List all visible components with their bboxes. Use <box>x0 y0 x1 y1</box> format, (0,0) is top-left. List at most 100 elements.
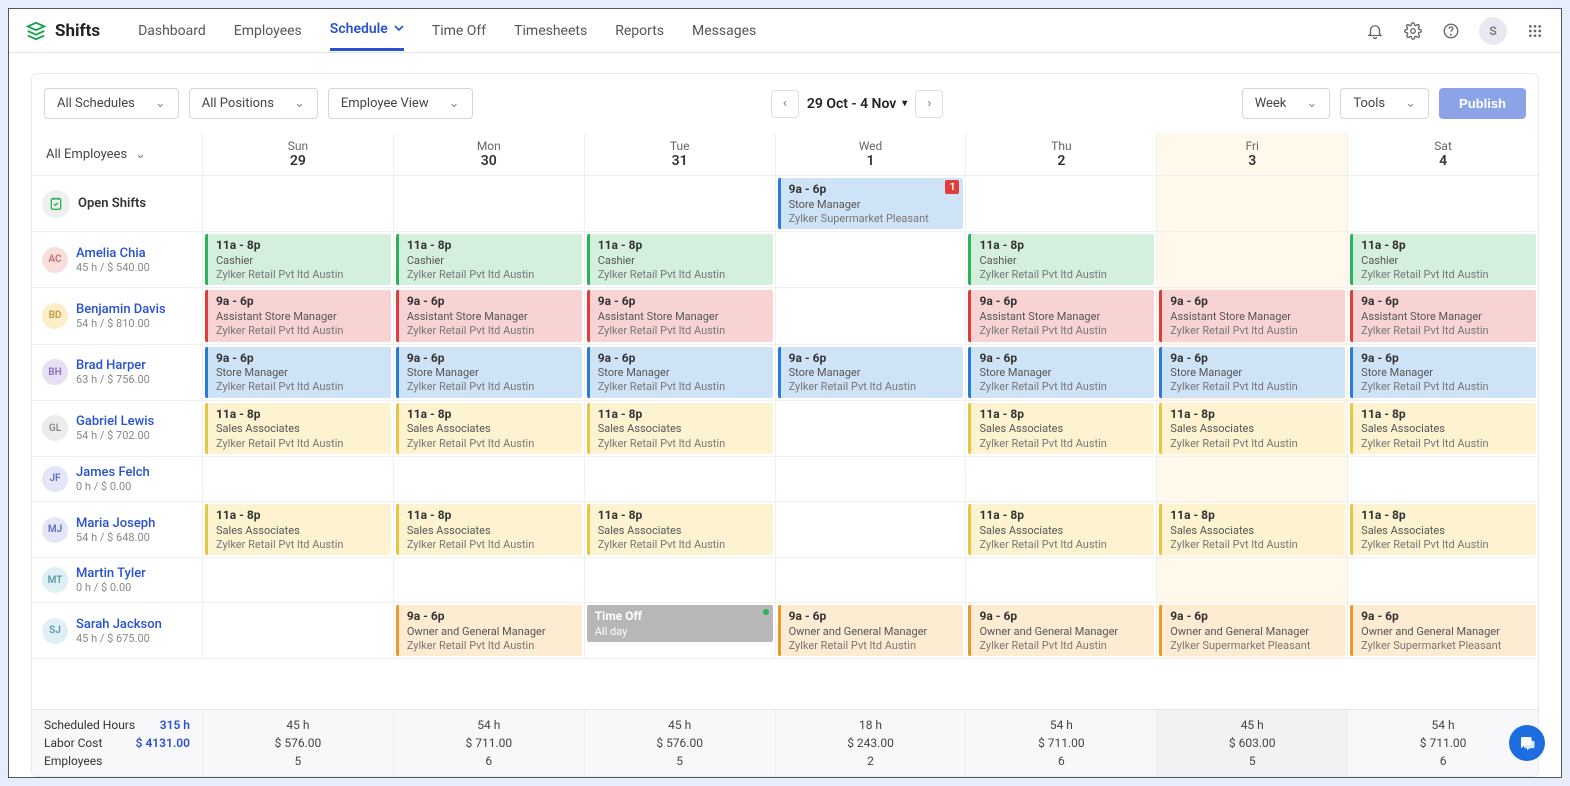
day-cell[interactable]: 9a - 6pStore ManagerZylker Retail Pvt lt… <box>965 345 1156 400</box>
all-positions-select[interactable]: All Positions⌄ <box>189 88 318 119</box>
shift-block[interactable]: 9a - 6pStore ManagerZylker Retail Pvt lt… <box>1159 347 1345 398</box>
shift-block[interactable]: 11a - 8pCashierZylker Retail Pvt ltd Aus… <box>1350 234 1536 285</box>
shift-block[interactable]: 9a - 6pAssistant Store ManagerZylker Ret… <box>1159 290 1345 341</box>
day-cell[interactable]: 11a - 8pCashierZylker Retail Pvt ltd Aus… <box>393 232 584 287</box>
shift-block[interactable]: 9a - 6pStore ManagerZylker Supermarket P… <box>778 178 964 229</box>
shift-block[interactable]: 9a - 6pOwner and General ManagerZylker R… <box>968 605 1154 656</box>
day-cell[interactable] <box>584 176 775 231</box>
shift-block[interactable]: 11a - 8pSales AssociatesZylker Retail Pv… <box>1159 403 1345 454</box>
shift-block[interactable]: 9a - 6pStore ManagerZylker Retail Pvt lt… <box>968 347 1154 398</box>
day-cell[interactable]: 9a - 6pStore ManagerZylker Retail Pvt lt… <box>1156 345 1347 400</box>
day-cell[interactable]: 9a - 6pStore ManagerZylker Retail Pvt lt… <box>202 345 393 400</box>
shift-block[interactable]: 11a - 8pSales AssociatesZylker Retail Pv… <box>205 504 391 555</box>
bell-icon[interactable] <box>1365 21 1385 41</box>
day-cell[interactable] <box>775 502 966 557</box>
employee-name-link[interactable]: James Felch <box>76 465 150 480</box>
day-cell[interactable]: 9a - 6pAssistant Store ManagerZylker Ret… <box>584 288 775 343</box>
day-cell[interactable]: 11a - 8pSales AssociatesZylker Retail Pv… <box>202 401 393 456</box>
day-cell[interactable] <box>775 457 966 501</box>
day-cell[interactable]: 9a - 6pStore ManagerZylker Retail Pvt lt… <box>775 345 966 400</box>
day-cell[interactable] <box>775 288 966 343</box>
day-cell[interactable]: 11a - 8pSales AssociatesZylker Retail Pv… <box>202 502 393 557</box>
date-range-button[interactable]: 29 Oct - 4 Nov▾ <box>807 96 907 112</box>
day-cell[interactable] <box>202 558 393 602</box>
next-week-button[interactable]: › <box>915 90 943 118</box>
employee-name-link[interactable]: Gabriel Lewis <box>76 414 154 429</box>
chat-bubble-button[interactable] <box>1509 725 1545 761</box>
publish-button[interactable]: Publish <box>1439 88 1526 119</box>
day-cell[interactable]: 9a - 6pOwner and General ManagerZylker S… <box>1156 603 1347 658</box>
day-cell[interactable]: 9a - 6pAssistant Store ManagerZylker Ret… <box>1156 288 1347 343</box>
shift-block[interactable]: 11a - 8pCashierZylker Retail Pvt ltd Aus… <box>205 234 391 285</box>
nav-schedule[interactable]: Schedule <box>330 10 404 51</box>
day-cell[interactable] <box>584 558 775 602</box>
employee-view-select[interactable]: Employee View⌄ <box>328 88 473 119</box>
employee-name-link[interactable]: Amelia Chia <box>76 246 150 261</box>
week-select[interactable]: Week⌄ <box>1242 88 1331 119</box>
nav-dashboard[interactable]: Dashboard <box>138 10 206 51</box>
shift-block[interactable]: 11a - 8pSales AssociatesZylker Retail Pv… <box>396 504 582 555</box>
day-cell[interactable] <box>202 457 393 501</box>
shift-block[interactable]: 9a - 6pStore ManagerZylker Retail Pvt lt… <box>205 347 391 398</box>
shift-block[interactable]: 9a - 6pOwner and General ManagerZylker S… <box>1350 605 1536 656</box>
shift-block[interactable]: 9a - 6pAssistant Store ManagerZylker Ret… <box>1350 290 1536 341</box>
shift-block[interactable]: 11a - 8pCashierZylker Retail Pvt ltd Aus… <box>587 234 773 285</box>
day-cell[interactable]: 11a - 8pSales AssociatesZylker Retail Pv… <box>965 401 1156 456</box>
day-cell[interactable] <box>965 176 1156 231</box>
shift-block[interactable]: 11a - 8pSales AssociatesZylker Retail Pv… <box>968 403 1154 454</box>
shift-block[interactable]: 9a - 6pStore ManagerZylker Retail Pvt lt… <box>587 347 773 398</box>
day-cell[interactable]: 11a - 8pCashierZylker Retail Pvt ltd Aus… <box>584 232 775 287</box>
day-cell[interactable] <box>1347 558 1538 602</box>
day-cell[interactable]: 11a - 8pSales AssociatesZylker Retail Pv… <box>584 502 775 557</box>
shift-block[interactable]: 9a - 6pOwner and General ManagerZylker S… <box>1159 605 1345 656</box>
prev-week-button[interactable]: ‹ <box>771 90 799 118</box>
day-cell[interactable] <box>775 232 966 287</box>
shift-block[interactable]: 11a - 8pSales AssociatesZylker Retail Pv… <box>1350 504 1536 555</box>
nav-employees[interactable]: Employees <box>234 10 302 51</box>
day-cell[interactable]: 9a - 6pOwner and General ManagerZylker R… <box>775 603 966 658</box>
day-cell[interactable]: 9a - 6pOwner and General ManagerZylker R… <box>965 603 1156 658</box>
nav-messages[interactable]: Messages <box>692 10 756 51</box>
day-cell[interactable]: 11a - 8pSales AssociatesZylker Retail Pv… <box>393 502 584 557</box>
day-cell[interactable]: 11a - 8pSales AssociatesZylker Retail Pv… <box>965 502 1156 557</box>
day-cell[interactable]: 9a - 6pOwner and General ManagerZylker R… <box>393 603 584 658</box>
shift-block[interactable]: 9a - 6pAssistant Store ManagerZylker Ret… <box>205 290 391 341</box>
day-cell[interactable] <box>1156 176 1347 231</box>
day-cell[interactable]: 11a - 8pSales AssociatesZylker Retail Pv… <box>1347 401 1538 456</box>
day-cell[interactable]: 11a - 8pCashierZylker Retail Pvt ltd Aus… <box>965 232 1156 287</box>
shift-block[interactable]: 9a - 6pAssistant Store ManagerZylker Ret… <box>396 290 582 341</box>
day-cell[interactable]: 9a - 6pStore ManagerZylker Retail Pvt lt… <box>393 345 584 400</box>
shift-block[interactable]: 11a - 8pSales AssociatesZylker Retail Pv… <box>968 504 1154 555</box>
day-cell[interactable] <box>1156 457 1347 501</box>
day-cell[interactable] <box>202 176 393 231</box>
shift-block[interactable]: 9a - 6pStore ManagerZylker Retail Pvt lt… <box>1350 347 1536 398</box>
shift-block[interactable]: 9a - 6pAssistant Store ManagerZylker Ret… <box>968 290 1154 341</box>
employee-name-link[interactable]: Maria Joseph <box>76 516 155 531</box>
day-cell[interactable] <box>393 176 584 231</box>
shift-block[interactable]: 11a - 8pSales AssociatesZylker Retail Pv… <box>587 403 773 454</box>
day-cell[interactable]: Time OffAll day <box>584 603 775 658</box>
employee-name-link[interactable]: Brad Harper <box>76 358 150 373</box>
day-cell[interactable]: 9a - 6pAssistant Store ManagerZylker Ret… <box>965 288 1156 343</box>
shift-block[interactable]: 11a - 8pSales AssociatesZylker Retail Pv… <box>396 403 582 454</box>
day-cell[interactable]: 11a - 8pSales AssociatesZylker Retail Pv… <box>1347 502 1538 557</box>
nav-timeoff[interactable]: Time Off <box>432 10 486 51</box>
shift-block[interactable]: 9a - 6pOwner and General ManagerZylker R… <box>396 605 582 656</box>
day-cell[interactable]: 9a - 6pOwner and General ManagerZylker S… <box>1347 603 1538 658</box>
day-cell[interactable]: 11a - 8pCashierZylker Retail Pvt ltd Aus… <box>202 232 393 287</box>
day-cell[interactable]: 11a - 8pSales AssociatesZylker Retail Pv… <box>393 401 584 456</box>
day-cell[interactable] <box>393 457 584 501</box>
shift-block[interactable]: 11a - 8pSales AssociatesZylker Retail Pv… <box>1159 504 1345 555</box>
day-cell[interactable] <box>1347 457 1538 501</box>
day-cell[interactable] <box>1156 232 1347 287</box>
all-employees-filter[interactable]: All Employees ⌄ <box>32 133 202 175</box>
avatar[interactable]: S <box>1479 17 1507 45</box>
apps-icon[interactable] <box>1525 21 1545 41</box>
shift-block[interactable]: 11a - 8pSales AssociatesZylker Retail Pv… <box>1350 403 1536 454</box>
day-cell[interactable] <box>965 558 1156 602</box>
shift-block[interactable]: 11a - 8pSales AssociatesZylker Retail Pv… <box>205 403 391 454</box>
shift-block[interactable]: 11a - 8pCashierZylker Retail Pvt ltd Aus… <box>968 234 1154 285</box>
gear-icon[interactable] <box>1403 21 1423 41</box>
nav-timesheets[interactable]: Timesheets <box>514 10 587 51</box>
day-cell[interactable] <box>202 603 393 658</box>
